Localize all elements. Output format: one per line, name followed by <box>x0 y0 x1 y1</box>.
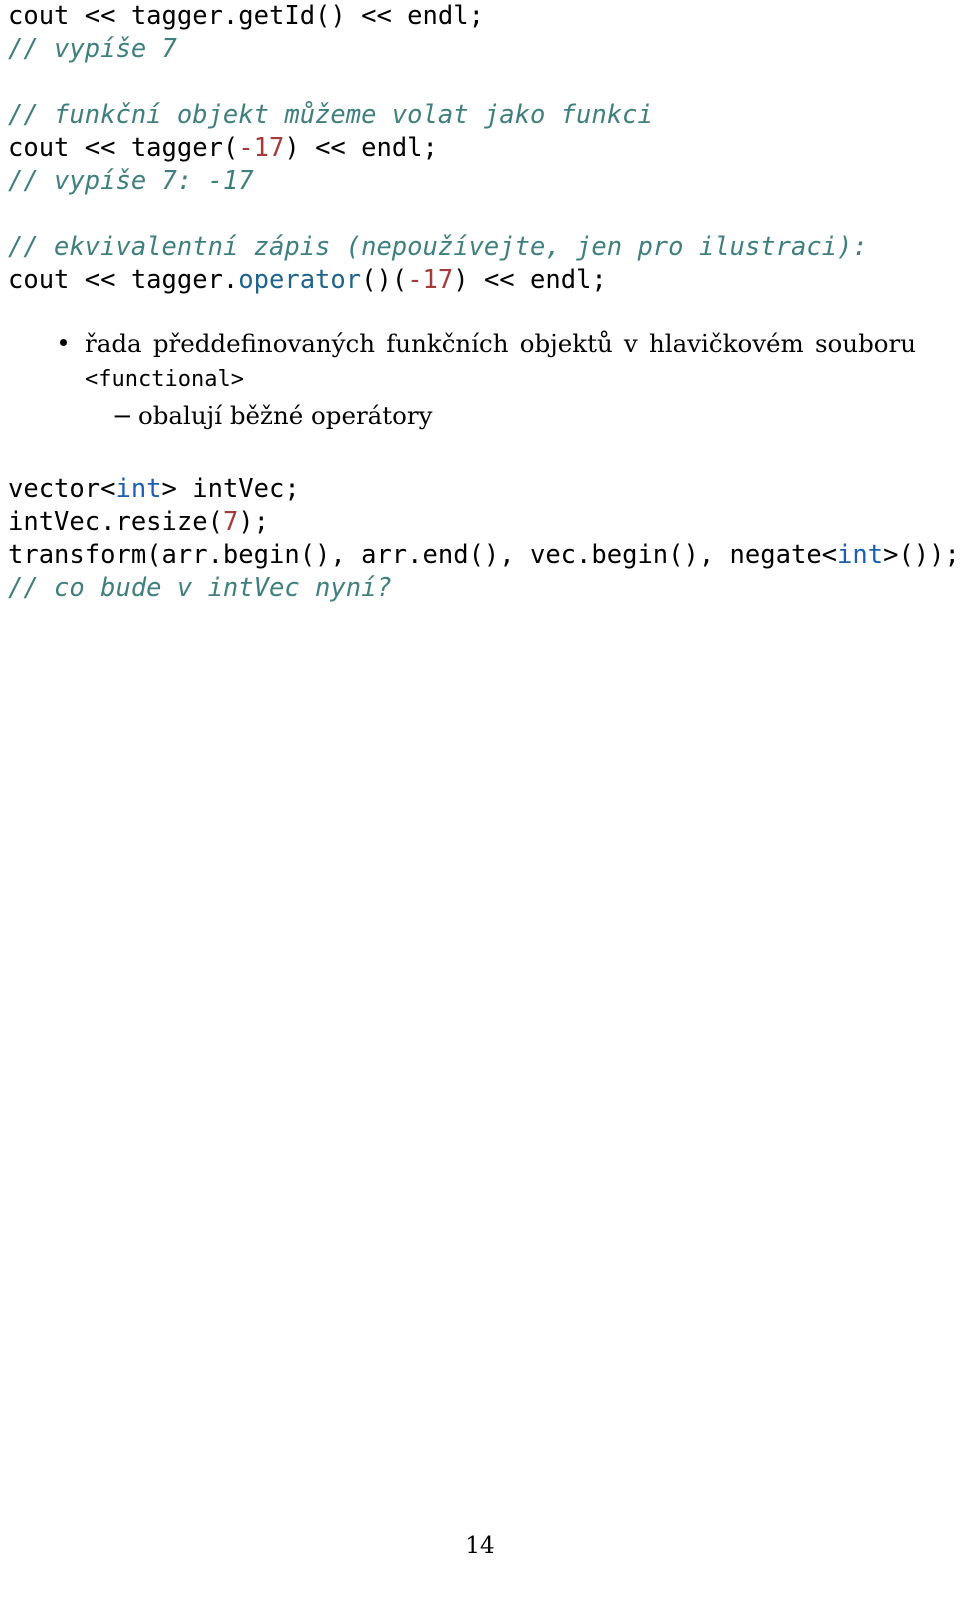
code-line: // funkční objekt můžeme volat jako funk… <box>8 99 918 132</box>
code-token: vector< <box>8 474 116 504</box>
code-token: ) << endl; <box>284 133 438 163</box>
subitem-text: obalují běžné operátory <box>138 401 433 430</box>
code-token: operator <box>238 265 362 295</box>
code-token: 7 <box>222 507 239 537</box>
code-token: // vypíše 7 <box>8 34 177 64</box>
code-line: cout << tagger.getId() << endl; <box>8 0 918 33</box>
code-token: ) << endl; <box>453 265 607 295</box>
code-token: ()( <box>361 265 408 295</box>
code-token: cout << tagger( <box>8 133 239 163</box>
bullet-dot-icon <box>60 339 67 346</box>
document-page: cout << tagger.getId() << endl;// vypíše… <box>0 0 960 1600</box>
code-token: // ekvivalentní zápis (nepoužívejte, jen… <box>8 232 868 262</box>
code-line: cout << tagger(-17) << endl; <box>8 132 918 165</box>
code-token: -17 <box>407 265 454 295</box>
code-token: // funkční objekt můžeme volat jako funk… <box>8 100 653 130</box>
bullet-item-text: řada předdefinovaných funkčních objektů … <box>85 329 916 358</box>
code-line: intVec.resize(7); <box>8 506 918 539</box>
code-token: intVec.resize( <box>8 507 223 537</box>
code-line: vector<int> intVec; <box>8 473 918 506</box>
page-content: cout << tagger.getId() << endl;// vypíše… <box>8 0 960 605</box>
code-block-1: cout << tagger.getId() << endl;// vypíše… <box>8 0 918 297</box>
code-token: int <box>837 540 884 570</box>
bullet-list: řada předdefinovaných funkčních objektů … <box>60 327 918 433</box>
code-token: cout << tagger.getId() << endl; <box>8 1 484 31</box>
code-token: ); <box>238 507 270 537</box>
bullet-subitem: − obalují běžné operátory <box>112 399 918 433</box>
code-line: // vypíše 7 <box>8 33 918 66</box>
code-line: // vypíše 7: -17 <box>8 165 918 198</box>
code-token: // co bude v intVec nyní? <box>8 573 392 603</box>
code-line: // ekvivalentní zápis (nepoužívejte, jen… <box>8 231 918 264</box>
code-line: transform(arr.begin(), arr.end(), vec.be… <box>8 539 960 572</box>
code-line: cout << tagger.operator()(-17) << endl; <box>8 264 918 297</box>
subitem-dash: − <box>112 401 133 430</box>
code-token: transform(arr.begin(), arr.end(), vec.be… <box>8 540 838 570</box>
code-token: > intVec; <box>161 474 300 504</box>
code-block-2: vector<int> intVec; intVec.resize(7); tran… <box>8 473 960 605</box>
code-line: // co bude v intVec nyní? <box>8 572 918 605</box>
code-token: // vypíše 7: -17 <box>8 166 254 196</box>
functional-header-code: <functional> <box>85 367 244 392</box>
bullet-item-code: <functional> <box>85 361 918 397</box>
code-token: -17 <box>238 133 285 163</box>
code-token: cout << tagger. <box>8 265 239 295</box>
code-token: int <box>115 474 162 504</box>
page-number: 14 <box>465 1533 495 1559</box>
code-token: >()); <box>883 540 960 570</box>
